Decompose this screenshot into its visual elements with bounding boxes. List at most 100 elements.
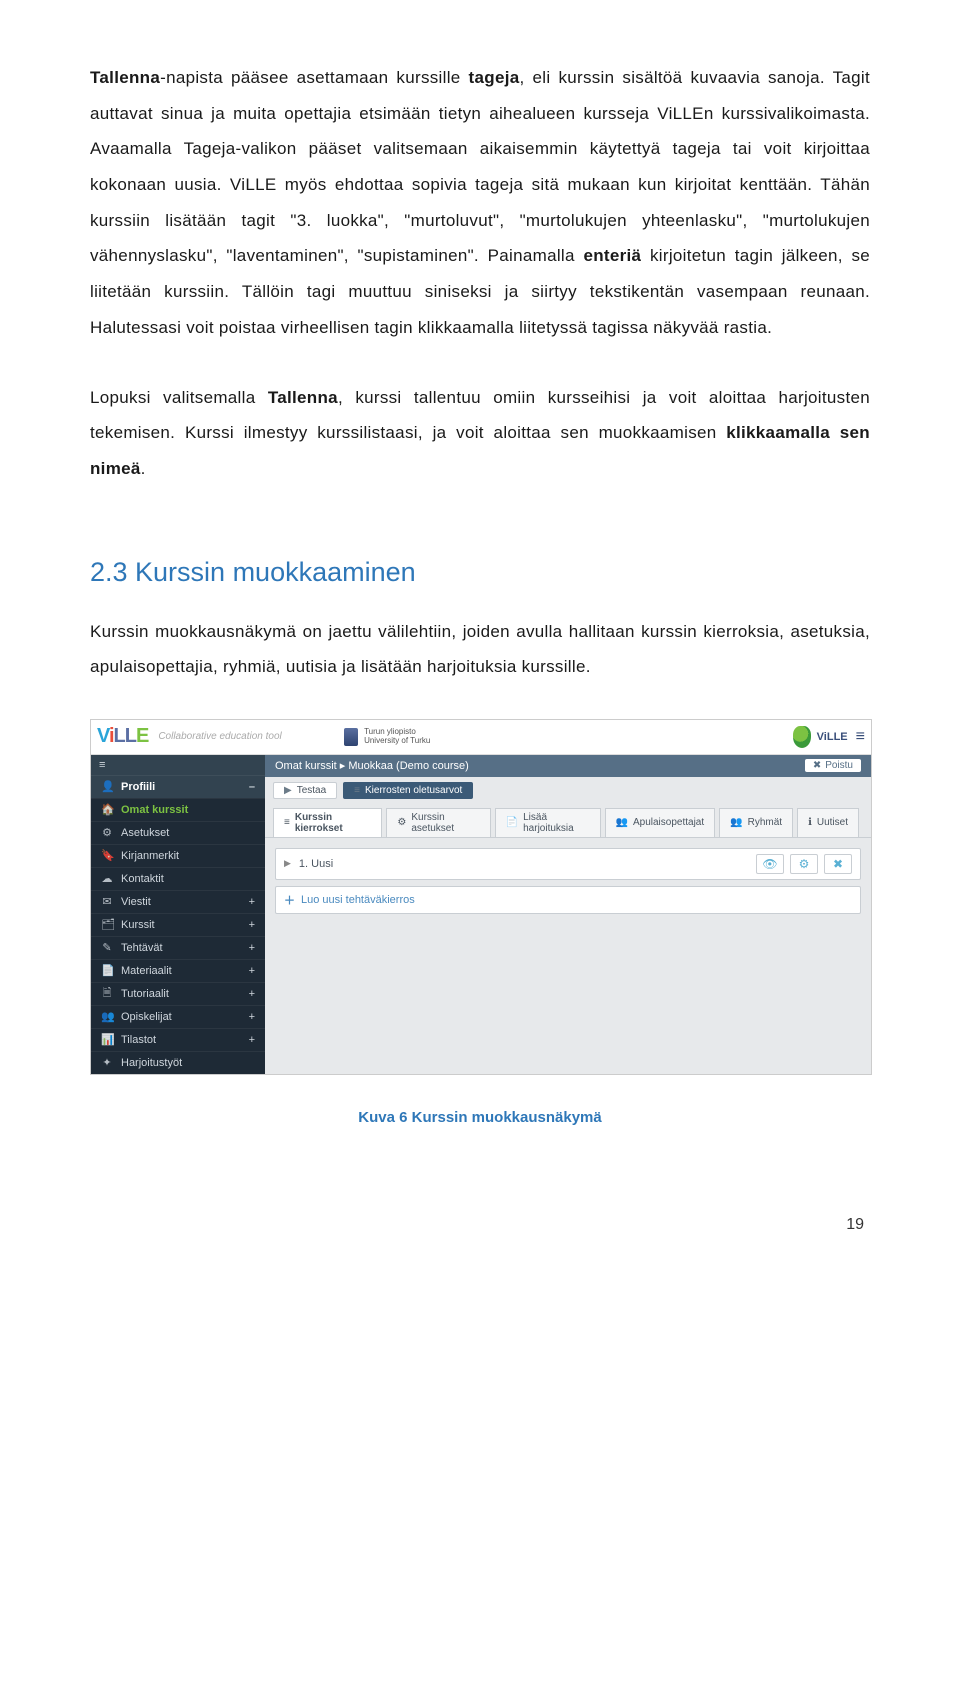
close-icon: ✖ xyxy=(813,760,821,771)
breadcrumb-text: Omat kurssit ▸ Muokkaa (Demo course) xyxy=(275,759,469,772)
sidebar-item[interactable]: ✎Tehtävät+ xyxy=(91,936,265,959)
button-icon: ≡ xyxy=(354,785,360,796)
sidebar-item-label: Profiili xyxy=(121,781,155,793)
tab[interactable]: 👥 Ryhmät xyxy=(719,808,793,837)
expand-icon[interactable]: ▶ xyxy=(284,858,291,869)
tab-label: Uutiset xyxy=(817,817,848,828)
sidebar-item-icon: 🔖 xyxy=(101,849,113,862)
breadcrumb-bar: Omat kurssit ▸ Muokkaa (Demo course) ✖ P… xyxy=(265,755,871,777)
sidebar: ≡ 👤 Profiili – 🏠Omat kurssit ⚙ Asetukset 🔖 Kirja… xyxy=(91,755,265,1074)
round-row[interactable]: ▶ 1. Uusi 👁 ⚙ ✖ xyxy=(275,848,861,880)
sidebar-item[interactable]: 📄 Materiaalit + xyxy=(91,959,265,982)
tab-icon: 👥 xyxy=(616,817,628,828)
shot-topbar: ViLLE Collaborative education tool Turun… xyxy=(91,720,871,755)
tab[interactable]: ℹ Uutiset xyxy=(797,808,859,837)
sidebar-item-label: Kurssit xyxy=(121,919,155,931)
button-label: Kierrosten oletusarvot xyxy=(365,785,462,796)
expand-plus-icon[interactable]: + xyxy=(249,965,255,977)
tab[interactable]: ⚙Kurssin asetukset xyxy=(386,808,490,837)
sidebar-item-icon: 👤 xyxy=(101,780,113,793)
sidebar-hamburger[interactable]: ≡ xyxy=(91,755,265,775)
expand-plus-icon[interactable]: + xyxy=(249,1011,255,1023)
tab[interactable]: 👥 Apulaisopettajat xyxy=(605,808,716,837)
sidebar-item[interactable]: 📊 Tilastot + xyxy=(91,1028,265,1051)
sidebar-item[interactable]: ✉ Viestit + xyxy=(91,890,265,913)
tab-icon: ℹ xyxy=(808,817,812,828)
round-title: 1. Uusi xyxy=(299,858,333,870)
action-buttons: ▶Testaa ≡ Kierrosten oletusarvot xyxy=(265,777,871,804)
row-action-icon[interactable]: ⚙ xyxy=(790,854,818,874)
torch-icon xyxy=(344,728,358,746)
tab-label: Ryhmät xyxy=(748,817,782,828)
tab[interactable]: ≡ Kurssin kierrokset xyxy=(273,808,382,837)
sidebar-item-icon: ✦ xyxy=(101,1056,113,1069)
paragraph-3: Kurssin muokkausnäkymä on jaettu välileh… xyxy=(90,614,870,685)
collab-text: Collaborative education tool xyxy=(158,731,281,742)
expand-plus-icon[interactable]: + xyxy=(249,896,255,908)
sidebar-item[interactable]: 🗂 Kurssit + xyxy=(91,913,265,936)
tab-icon: ≡ xyxy=(284,817,290,828)
row-action-icon[interactable]: 👁 xyxy=(756,854,784,874)
tab-icon: 👥 xyxy=(730,817,742,828)
sidebar-item-label: Tehtävät xyxy=(121,942,163,954)
expand-plus-icon[interactable]: + xyxy=(249,1034,255,1046)
sidebar-item[interactable]: 🏠Omat kurssit xyxy=(91,798,265,821)
sidebar-item-label: Viestit xyxy=(121,896,151,908)
add-round-button[interactable]: ＋ Luo uusi tehtäväkierros xyxy=(275,886,861,914)
paragraph-2: Lopuksi valitsemalla Tallenna, kurssi ta… xyxy=(90,380,870,487)
add-round-label: Luo uusi tehtäväkierros xyxy=(301,894,415,906)
exit-label: Poistu xyxy=(825,760,853,771)
uni-line2: University of Turku xyxy=(364,737,430,746)
sidebar-item-icon: 📄 xyxy=(101,964,113,977)
sidebar-item[interactable]: 🔖 Kirjanmerkit xyxy=(91,844,265,867)
expand-plus-icon[interactable]: + xyxy=(249,942,255,954)
tab-label: Apulaisopettajat xyxy=(633,817,704,828)
paragraph-1: Tallenna-napista pääsee asettamaan kurss… xyxy=(90,60,870,346)
plus-icon: ＋ xyxy=(284,892,295,908)
sidebar-item-icon: 🗎 xyxy=(101,984,113,1003)
tab-icon: ⚙ xyxy=(397,817,406,828)
tab[interactable]: 📄 Lisää harjoituksia xyxy=(495,808,601,837)
sidebar-item[interactable]: 👥 Opiskelijat + xyxy=(91,1005,265,1028)
tab-icon: 📄 xyxy=(506,817,518,828)
sidebar-item-label: Asetukset xyxy=(121,827,169,839)
action-button[interactable]: ▶Testaa xyxy=(273,782,337,799)
sidebar-item-icon: 🗂 xyxy=(101,918,113,931)
button-label: Testaa xyxy=(297,785,326,796)
section-heading: 2.3 Kurssin muokkaaminen xyxy=(90,557,870,588)
expand-plus-icon[interactable]: + xyxy=(249,988,255,1000)
tab-label: Lisää harjoituksia xyxy=(523,812,589,834)
sidebar-item-icon: 📊 xyxy=(101,1033,113,1046)
tab-label: Kurssin kierrokset xyxy=(295,812,372,834)
sidebar-item-label: Harjoitustyöt xyxy=(121,1057,182,1069)
document-page: Tallenna-napista pääsee asettamaan kurss… xyxy=(0,0,960,1274)
collapse-minus-icon[interactable]: – xyxy=(249,781,255,793)
sidebar-item-label: Materiaalit xyxy=(121,965,172,977)
sidebar-item-icon: 🏠 xyxy=(101,803,113,816)
university-badge: Turun yliopisto University of Turku xyxy=(344,728,430,746)
menu-icon[interactable]: ≡ xyxy=(856,728,865,746)
sidebar-item-icon: ✉ xyxy=(101,895,113,908)
sidebar-item[interactable]: 👤 Profiili – xyxy=(91,775,265,798)
sidebar-item-icon: ☁ xyxy=(101,872,113,885)
sidebar-item-label: Opiskelijat xyxy=(121,1011,172,1023)
ville-blob-icon xyxy=(793,726,811,748)
exit-button[interactable]: ✖ Poistu xyxy=(805,759,861,772)
sidebar-item-icon: 👥 xyxy=(101,1010,113,1023)
figure-caption: Kuva 6 Kurssin muokkausnäkymä xyxy=(90,1109,870,1126)
sidebar-item[interactable]: 🗎 Tutoriaalit + xyxy=(91,982,265,1005)
sidebar-item-label: Tilastot xyxy=(121,1034,156,1046)
sidebar-item-label: Kirjanmerkit xyxy=(121,850,179,862)
sidebar-item-label: Tutoriaalit xyxy=(121,988,169,1000)
action-button[interactable]: ≡ Kierrosten oletusarvot xyxy=(343,782,473,799)
row-action-icon[interactable]: ✖ xyxy=(824,854,852,874)
sidebar-item[interactable]: ☁ Kontaktit xyxy=(91,867,265,890)
sidebar-item[interactable]: ✦ Harjoitustyöt xyxy=(91,1051,265,1074)
sidebar-item[interactable]: ⚙ Asetukset xyxy=(91,821,265,844)
expand-plus-icon[interactable]: + xyxy=(249,919,255,931)
content-area: ▶ 1. Uusi 👁 ⚙ ✖ ＋ Luo uusi tehtäväkierros xyxy=(265,838,871,924)
ville-mark-text: ViLLE xyxy=(817,731,848,743)
sidebar-item-label: Kontaktit xyxy=(121,873,164,885)
ville-mark: ViLLE xyxy=(793,726,848,748)
sidebar-item-icon: ⚙ xyxy=(101,826,113,839)
